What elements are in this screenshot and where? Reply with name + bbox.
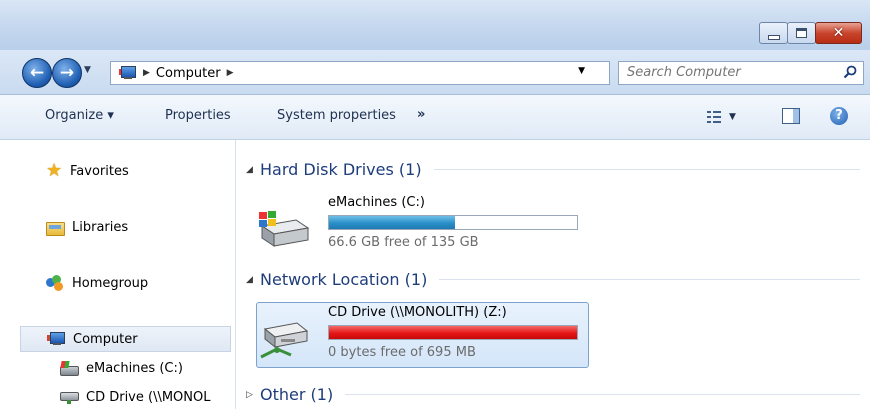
nav-item-label: Homegroup	[72, 275, 149, 291]
properties-button[interactable]: Properties	[165, 108, 231, 123]
content-pane: ◢ Hard Disk Drives (1) eMachines (C:) 66…	[236, 140, 870, 409]
nav-item-label: Favorites	[70, 163, 129, 179]
forward-button[interactable]: →	[52, 58, 82, 88]
recent-pages-dropdown[interactable]: ▼	[84, 65, 91, 75]
close-icon: ✕	[832, 25, 845, 41]
drive-name: eMachines (C:)	[328, 195, 425, 210]
breadcrumb-arrow-icon[interactable]: ▶	[143, 68, 150, 78]
nav-item-label: Computer	[73, 331, 138, 347]
view-icon	[707, 110, 721, 124]
preview-pane-icon[interactable]	[782, 108, 800, 124]
breadcrumb-arrow-icon[interactable]: ▶	[227, 68, 234, 78]
minimize-button[interactable]	[759, 22, 788, 44]
collapse-arrow-icon[interactable]: ◢	[246, 165, 260, 175]
group-divider	[433, 169, 860, 170]
nav-item-label: eMachines (C:)	[86, 360, 183, 376]
forward-arrow-icon: →	[59, 63, 75, 83]
nav-item-homegroup[interactable]: Homegroup	[46, 272, 148, 294]
navigation-bar: ← → ▼ ▶ Computer ▶ ▼ ⇆	[0, 50, 870, 95]
back-arrow-icon: ←	[29, 63, 45, 83]
drive-name: CD Drive (\\MONOLITH) (Z:)	[328, 305, 507, 320]
group-divider	[345, 394, 860, 395]
libraries-folder-icon	[46, 220, 65, 236]
address-bar[interactable]: ▶ Computer ▶ ▼ ⇆	[110, 61, 707, 85]
command-bar: Organize ▾ Properties System properties …	[0, 95, 870, 140]
network-drive-icon	[260, 322, 309, 359]
search-box[interactable]	[618, 61, 864, 85]
nav-item-computer[interactable]: Computer	[20, 326, 231, 352]
drive-item-z[interactable]: CD Drive (\\MONOLITH) (Z:) 0 bytes free …	[256, 302, 589, 368]
maximize-icon	[796, 28, 807, 38]
nav-item-label: Libraries	[72, 219, 129, 235]
drive-item-c[interactable]: eMachines (C:) 66.6 GB free of 135 GB	[256, 192, 589, 258]
system-properties-button[interactable]: System properties	[277, 108, 396, 123]
group-title: Other (1)	[260, 385, 334, 404]
breadcrumb-computer[interactable]: Computer	[156, 66, 221, 81]
hard-drive-icon	[60, 361, 79, 376]
nav-item-libraries[interactable]: Libraries	[46, 216, 128, 238]
window-controls: ✕	[759, 22, 862, 44]
drive-usage-fill	[329, 216, 456, 229]
collapse-arrow-icon[interactable]: ◢	[246, 275, 260, 285]
organize-button[interactable]: Organize ▾	[45, 108, 114, 123]
nav-item-favorites[interactable]: ★ Favorites	[46, 160, 129, 182]
drive-usage-bar	[328, 215, 578, 230]
hard-drive-icon	[259, 211, 310, 247]
navigation-pane: ★ Favorites Libraries Homegroup Computer…	[0, 140, 236, 409]
title-bar: ✕	[0, 0, 870, 51]
change-view-button[interactable]: ▼	[707, 107, 747, 127]
homegroup-icon	[46, 275, 64, 291]
search-icon[interactable]	[843, 65, 857, 79]
computer-icon	[47, 332, 65, 346]
more-commands-button[interactable]: »	[417, 107, 425, 122]
group-title: Network Location (1)	[260, 270, 428, 289]
explorer-window: ✕ ← → ▼ ▶ Computer ▶ ▼ ⇆ Organize ▾ Prop…	[0, 0, 870, 409]
network-drive-icon	[60, 390, 79, 404]
expand-arrow-icon[interactable]: ▷	[246, 390, 260, 400]
nav-item-drive-z[interactable]: CD Drive (\\MONOL	[60, 386, 235, 408]
back-button[interactable]: ←	[22, 58, 52, 88]
address-dropdown-icon[interactable]: ▼	[578, 66, 585, 76]
computer-icon	[119, 66, 137, 80]
favorites-star-icon: ★	[46, 160, 63, 181]
drive-space-info: 66.6 GB free of 135 GB	[328, 235, 479, 250]
close-button[interactable]: ✕	[815, 22, 862, 44]
drive-usage-bar	[328, 325, 578, 340]
group-header-other[interactable]: ▷ Other (1)	[246, 385, 860, 404]
nav-item-label: CD Drive (\\MONOL	[86, 389, 211, 405]
drive-usage-fill	[329, 326, 577, 339]
maximize-button[interactable]	[787, 22, 816, 44]
group-header-network[interactable]: ◢ Network Location (1)	[246, 270, 860, 289]
view-dropdown-icon[interactable]: ▼	[729, 112, 736, 122]
group-divider	[439, 279, 860, 280]
minimize-icon	[767, 34, 780, 40]
drive-space-info: 0 bytes free of 695 MB	[328, 345, 476, 360]
group-header-hard-disks[interactable]: ◢ Hard Disk Drives (1)	[246, 160, 860, 179]
help-icon[interactable]: ?	[830, 107, 848, 125]
group-title: Hard Disk Drives (1)	[260, 160, 422, 179]
search-input[interactable]	[619, 62, 827, 82]
nav-item-drive-c[interactable]: eMachines (C:)	[60, 357, 183, 379]
